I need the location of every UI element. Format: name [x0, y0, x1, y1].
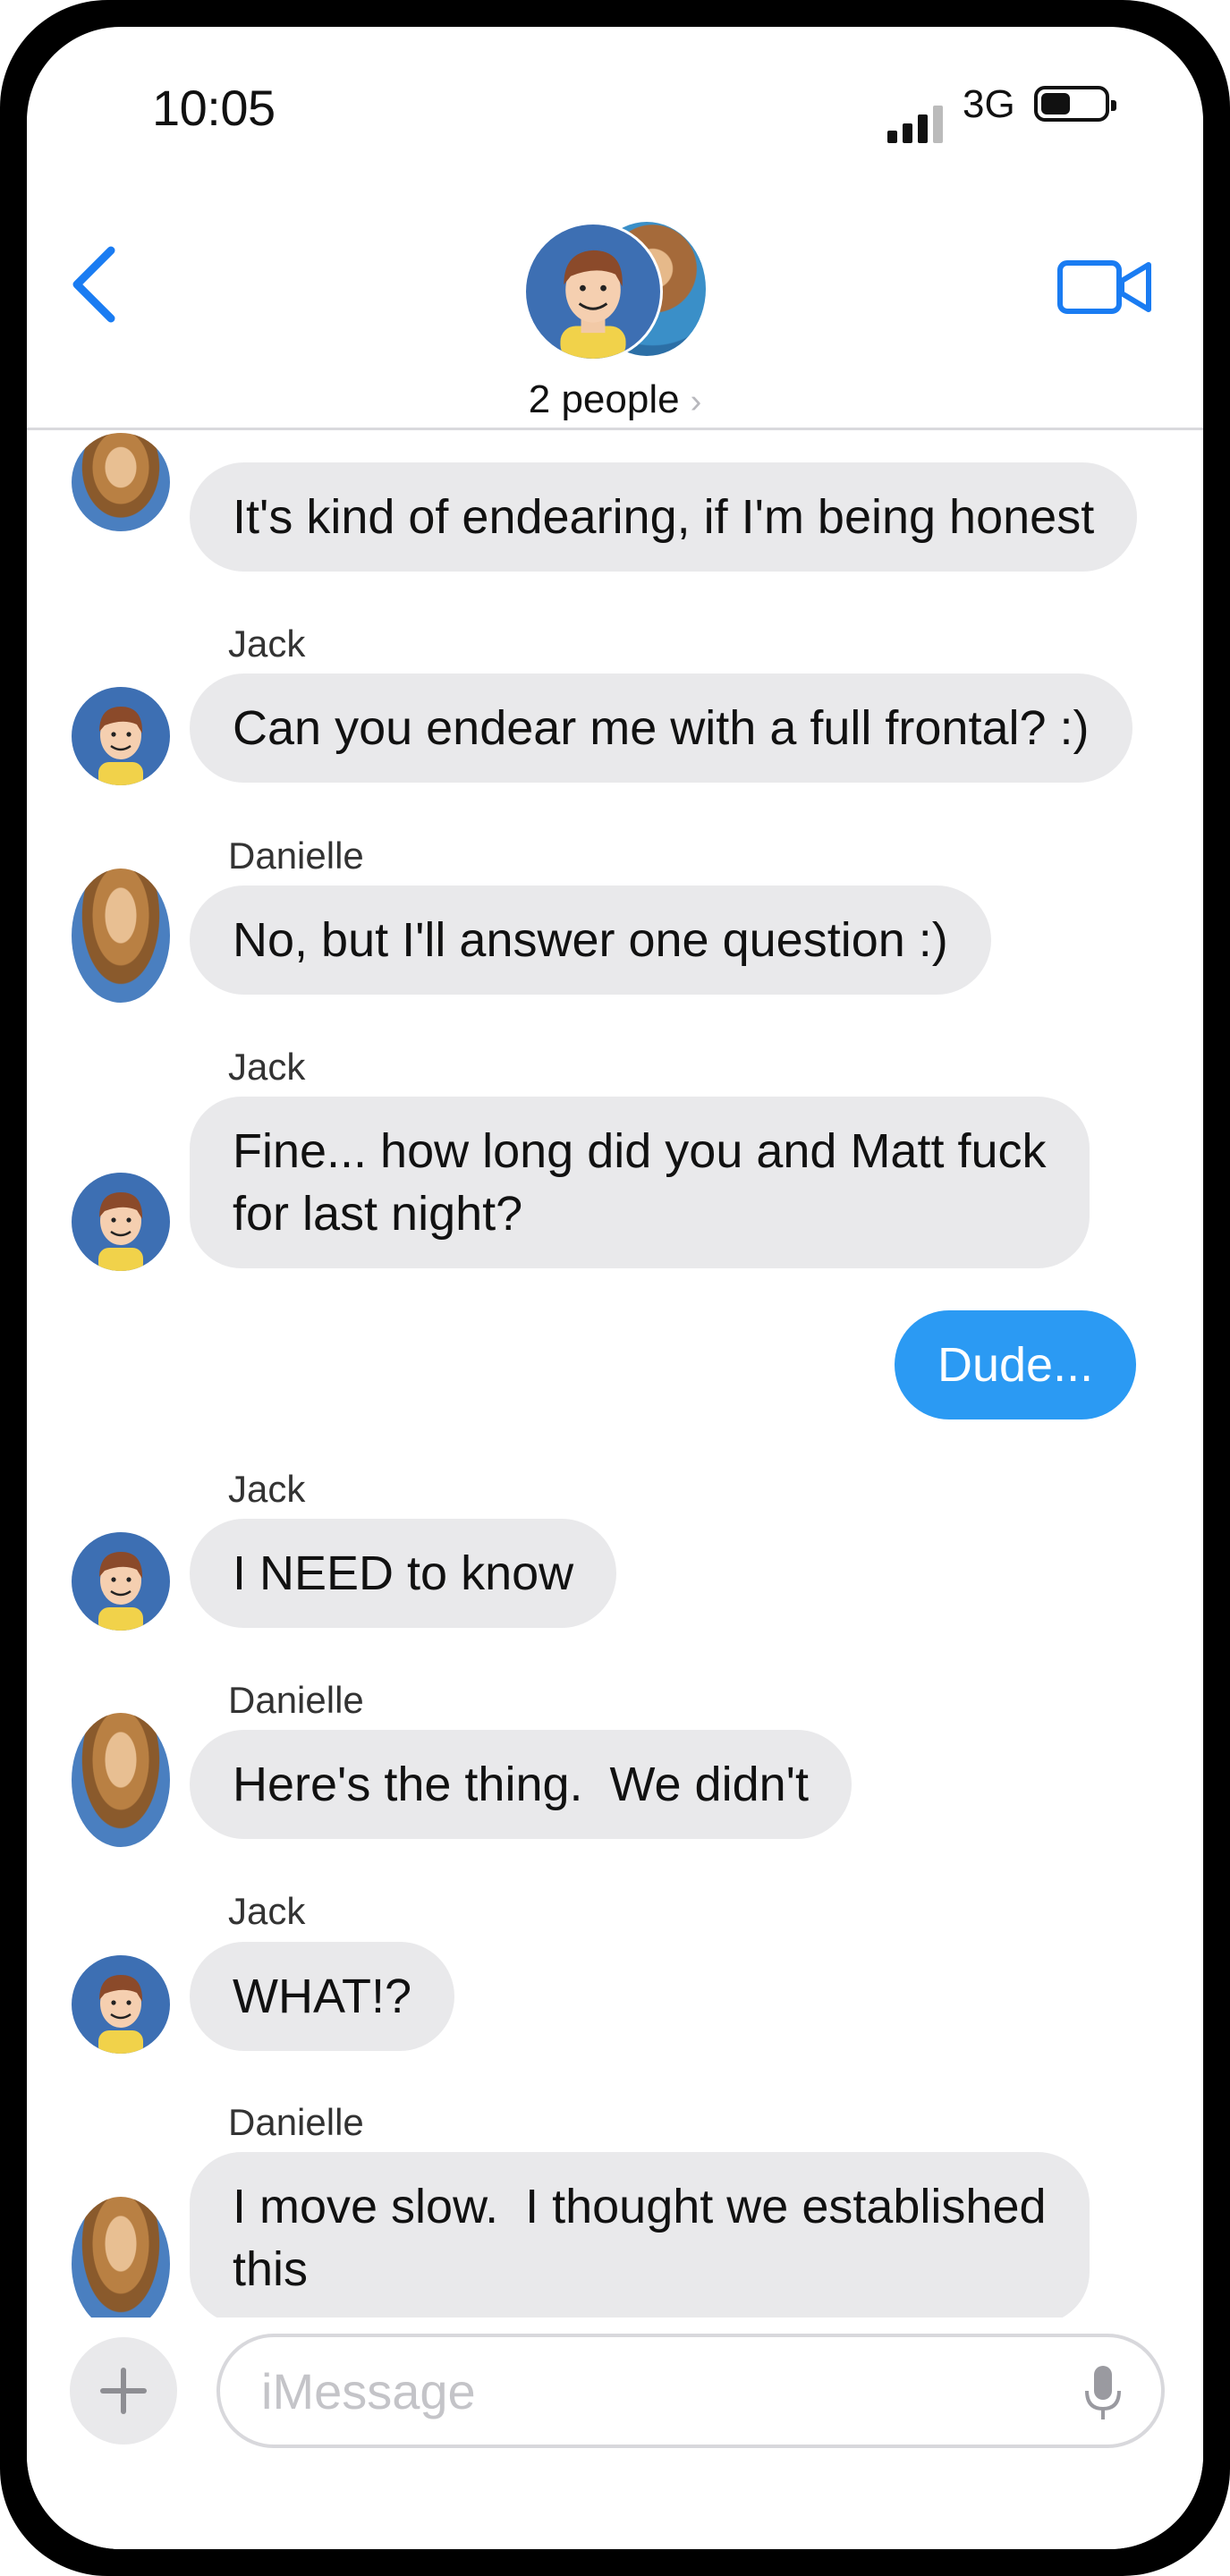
video-camera-icon[interactable]	[1056, 250, 1154, 324]
sender-name: Jack	[228, 1468, 306, 1510]
status-bar: 10:05 3G	[27, 27, 1203, 179]
sender-name: Jack	[228, 1046, 306, 1088]
signal-icon	[887, 106, 945, 143]
message-bubble: Fine... how long did you and Matt fuck f…	[190, 1097, 1090, 1268]
message-bubble: Can you endear me with a full frontal? :…	[190, 674, 1132, 783]
message-bubble: WHAT!?	[190, 1942, 454, 2051]
avatar-jack	[523, 222, 663, 361]
message-bubble: No, but I'll answer one question :)	[190, 886, 991, 995]
avatar-danielle	[72, 2197, 170, 2318]
message-bubble: I NEED to know	[190, 1519, 617, 1628]
status-time: 10:05	[152, 80, 276, 136]
message-input[interactable]: iMessage	[216, 2334, 1165, 2448]
chevron-right-icon: ›	[690, 383, 702, 420]
conversation-header: 2 people ›	[27, 179, 1203, 430]
conversation-title[interactable]: 2 people ›	[27, 377, 1203, 422]
avatar-jack	[72, 1532, 170, 1631]
avatar-jack	[72, 1173, 170, 1271]
microphone-icon[interactable]	[1081, 2364, 1125, 2423]
group-avatar[interactable]	[523, 222, 711, 365]
message-bubble: Here's the thing. We didn't	[190, 1730, 852, 1839]
chevron-left-icon[interactable]	[64, 240, 127, 329]
avatar-danielle	[72, 433, 170, 531]
sender-name: Danielle	[228, 2101, 364, 2143]
message-bubble-outgoing: Dude...	[895, 1310, 1136, 1419]
message-bubble: I move slow. I thought we established th…	[190, 2152, 1090, 2318]
message-bubble: It's kind of endearing, if I'm being hon…	[190, 462, 1138, 572]
avatar-danielle	[72, 869, 170, 1003]
sender-name: Danielle	[228, 1679, 364, 1721]
sender-name: Jack	[228, 1890, 306, 1932]
plus-icon[interactable]	[70, 2337, 177, 2445]
message-thread[interactable]: It's kind of endearing, if I'm being hon…	[27, 430, 1203, 2318]
sender-name: Danielle	[228, 835, 364, 877]
network-type: 3G	[963, 82, 1015, 126]
sender-name: Jack	[228, 623, 306, 665]
avatar-jack	[72, 1955, 170, 2054]
message-composer: iMessage	[27, 2318, 1203, 2549]
phone-frame: 10:05 3G 2 people › It's kind of endeari…	[0, 0, 1230, 2576]
message-input-placeholder: iMessage	[261, 2363, 476, 2419]
avatar-danielle	[72, 1713, 170, 1847]
people-count: 2 people	[528, 377, 680, 421]
screen: 10:05 3G 2 people › It's kind of endeari…	[27, 27, 1203, 2549]
avatar-jack	[72, 687, 170, 785]
battery-icon	[1034, 86, 1116, 122]
